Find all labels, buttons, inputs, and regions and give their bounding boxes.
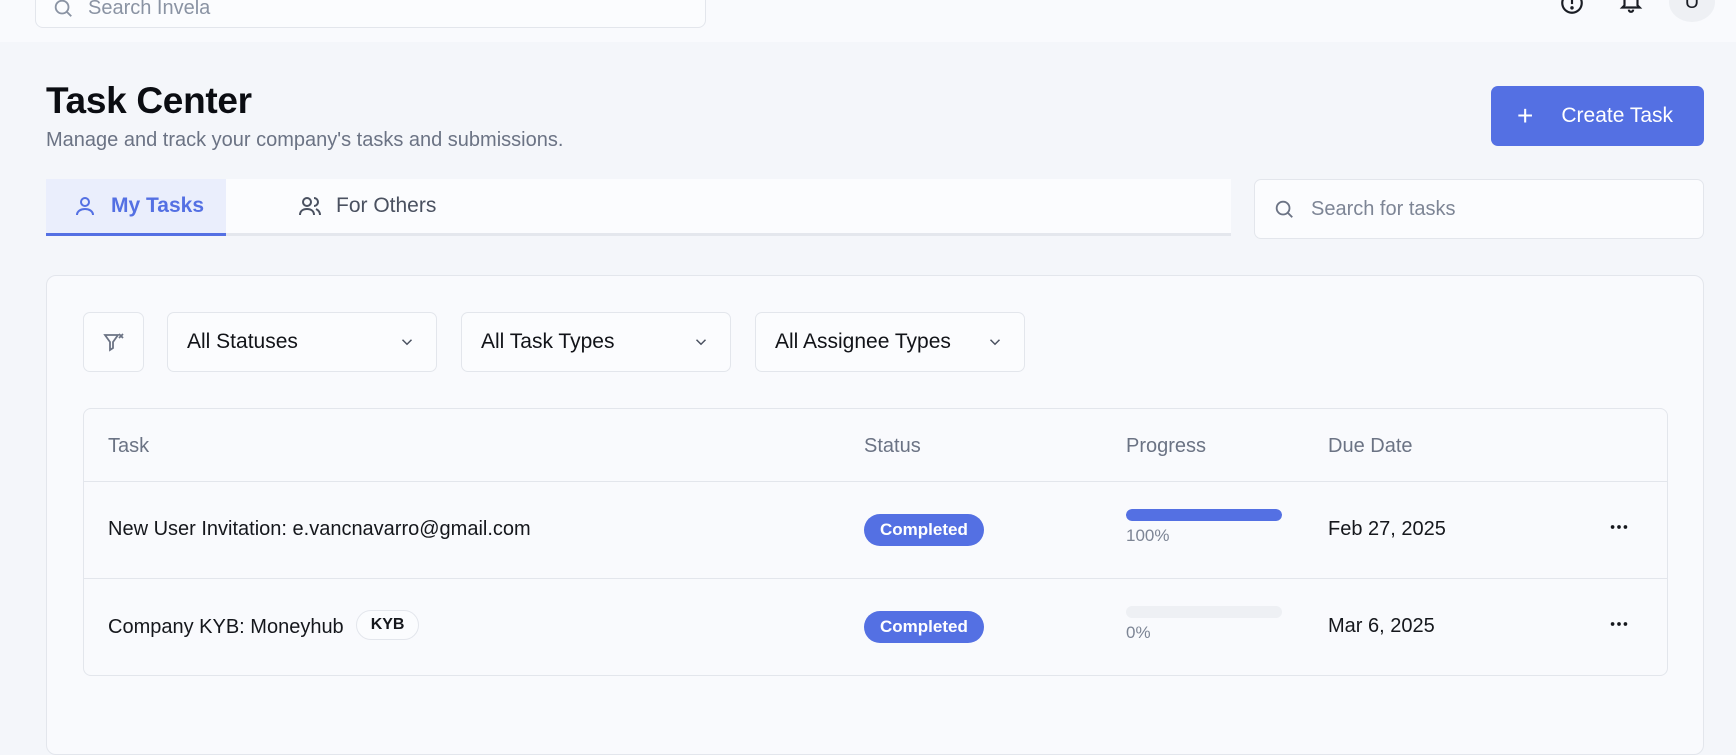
task-search-placeholder: Search for tasks [1311, 197, 1456, 220]
task-type-tag: KYB [355, 610, 420, 640]
column-header-due-date[interactable]: Due Date [1328, 435, 1413, 458]
top-bar: Search Invela U [0, 0, 1736, 42]
page-title: Task Center [46, 80, 252, 121]
column-header-progress[interactable]: Progress [1126, 435, 1206, 458]
assignee-type-filter-dropdown[interactable]: All Assignee Types [755, 312, 1025, 372]
task-tabs: My Tasks For Others [46, 179, 1231, 236]
bell-icon[interactable] [1618, 0, 1644, 14]
progress-fill [1126, 509, 1282, 521]
progress-cell: 0% [1126, 606, 1282, 643]
table-row[interactable]: Company KYB: Moneyhub KYB Completed 0% M… [84, 579, 1667, 675]
chevron-down-icon [989, 339, 1001, 346]
create-task-button[interactable]: + Create Task [1491, 86, 1704, 146]
tab-for-others[interactable]: For Others [298, 179, 468, 233]
avatar-initial: U [1684, 0, 1700, 13]
tasks-table: Task Status Progress Due Date New User I… [83, 408, 1668, 676]
tab-my-tasks-label: My Tasks [111, 194, 204, 217]
row-actions-button[interactable] [1604, 512, 1634, 542]
global-search-input[interactable]: Search Invela [35, 0, 706, 28]
column-header-task[interactable]: Task [108, 435, 149, 458]
status-badge: Completed [864, 514, 984, 546]
status-filter-dropdown[interactable]: All Statuses [167, 312, 437, 372]
due-date: Feb 27, 2025 [1328, 518, 1446, 540]
task-name: New User Invitation: e.vancnavarro@gmail… [108, 518, 531, 540]
column-header-status[interactable]: Status [864, 435, 921, 458]
search-icon [54, 0, 72, 17]
progress-bar [1126, 606, 1282, 618]
more-horizontal-icon [1610, 622, 1628, 626]
row-actions-button[interactable] [1604, 609, 1634, 639]
progress-percent: 100% [1126, 526, 1170, 545]
status-filter-value: All Statuses [187, 330, 298, 353]
clear-filters-button[interactable] [83, 312, 144, 372]
table-header: Task Status Progress Due Date [84, 409, 1667, 482]
table-row[interactable]: New User Invitation: e.vancnavarro@gmail… [84, 482, 1667, 579]
progress-cell: 100% [1126, 509, 1282, 546]
user-icon [76, 197, 94, 216]
task-name-cell: New User Invitation: e.vancnavarro@gmail… [108, 518, 531, 541]
assignee-type-filter-value: All Assignee Types [775, 330, 951, 353]
task-type-filter-value: All Task Types [481, 330, 615, 353]
plus-icon: + [1517, 100, 1534, 131]
tab-for-others-label: For Others [336, 194, 437, 217]
progress-bar [1126, 509, 1282, 521]
task-name: Company KYB: Moneyhub [108, 616, 344, 638]
search-icon [1275, 200, 1293, 218]
create-task-label: Create Task [1561, 104, 1674, 127]
task-type-filter-dropdown[interactable]: All Task Types [461, 312, 731, 372]
status-badge: Completed [864, 611, 984, 643]
progress-percent: 0% [1126, 623, 1151, 642]
page-subtitle: Manage and track your company's tasks an… [46, 129, 564, 151]
chevron-down-icon [401, 339, 413, 346]
global-search-placeholder: Search Invela [88, 0, 211, 19]
tab-my-tasks[interactable]: My Tasks [46, 179, 226, 236]
filter-clear-icon [102, 333, 124, 352]
tasks-panel: All Statuses All Task Types All Assignee… [46, 275, 1704, 755]
help-icon[interactable] [1559, 0, 1585, 16]
chevron-down-icon [695, 339, 707, 346]
user-avatar[interactable]: U [1669, 0, 1715, 22]
users-icon [299, 197, 321, 216]
task-name-cell: Company KYB: Moneyhub KYB [108, 610, 420, 640]
task-search-input[interactable]: Search for tasks [1254, 179, 1704, 239]
more-horizontal-icon [1610, 525, 1628, 529]
due-date: Mar 6, 2025 [1328, 615, 1435, 637]
